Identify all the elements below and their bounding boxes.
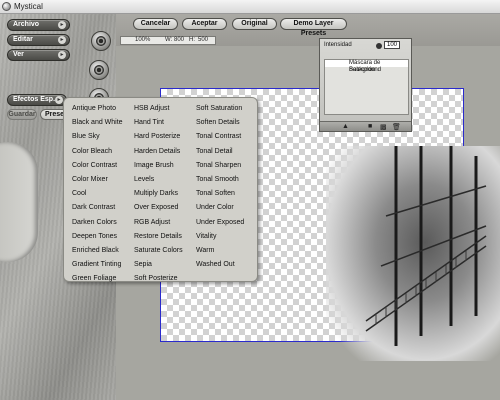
- menu-item[interactable]: Enriched Black: [72, 244, 123, 258]
- menu-item[interactable]: Harden Details: [134, 145, 183, 159]
- menu-item[interactable]: Saturate Colors: [134, 244, 183, 258]
- menu-item[interactable]: Soft Posterize: [134, 272, 183, 286]
- image-info-bar: 100% W: 800 H: 500: [120, 36, 216, 45]
- height-value: 500: [198, 37, 209, 43]
- magnifier-icon: [94, 65, 104, 75]
- menu-item[interactable]: Over Exposed: [134, 201, 183, 215]
- archivo-label: Archivo: [13, 21, 40, 28]
- archivo-menu-button[interactable]: Archivo ▸: [7, 19, 70, 31]
- menu-item[interactable]: Tonal Smooth: [196, 173, 244, 187]
- menu-item[interactable]: RGB Adjust: [134, 216, 183, 230]
- layer-panel-toolbar: ▲ ■ ▩ 🗑: [320, 121, 411, 131]
- window-title: Mystical: [14, 2, 43, 11]
- menu-item[interactable]: Cool: [72, 187, 123, 201]
- delete-layer-icon[interactable]: 🗑: [392, 123, 401, 131]
- height-label: H:: [189, 37, 195, 43]
- duplicate-layer-icon[interactable]: ▩: [380, 123, 387, 131]
- menu-item[interactable]: Blue Sky: [72, 130, 123, 144]
- ver-label: Ver: [13, 51, 24, 58]
- move-layer-icon[interactable]: ▲: [342, 123, 349, 130]
- image-preview: [326, 146, 500, 361]
- menu-item[interactable]: Color Contrast: [72, 159, 123, 173]
- chevron-right-icon: ▸: [58, 36, 66, 44]
- menu-item[interactable]: HSB Adjust: [134, 102, 183, 116]
- menu-item[interactable]: Soften Details: [196, 116, 244, 130]
- intensity-label: Intensidad: [324, 42, 352, 48]
- view-tool-knob[interactable]: [91, 31, 111, 51]
- menu-item[interactable]: Tonal Detail: [196, 145, 244, 159]
- width-label: W:: [165, 37, 173, 43]
- chevron-right-icon: ▸: [58, 51, 66, 59]
- zoom-tool-knob[interactable]: [89, 60, 109, 80]
- menu-item[interactable]: Multiply Darks: [134, 187, 183, 201]
- ver-menu-button[interactable]: Ver ▸: [7, 49, 70, 61]
- menu-item[interactable]: Dark Contrast: [72, 201, 123, 215]
- app-icon: [2, 2, 11, 11]
- menu-item[interactable]: Under Exposed: [196, 216, 244, 230]
- chevron-right-icon: ▸: [58, 21, 66, 29]
- menu-item[interactable]: Color Mixer: [72, 173, 123, 187]
- editar-label: Editar: [13, 36, 33, 43]
- menu-item[interactable]: Darken Colors: [72, 216, 123, 230]
- chevron-right-icon: ▸: [55, 96, 63, 104]
- intensity-slider-handle[interactable]: [376, 43, 382, 49]
- menu-item[interactable]: Antique Photo: [72, 102, 123, 116]
- menu-item[interactable]: Vitality: [196, 230, 244, 244]
- guardar-button[interactable]: Guardar: [7, 109, 37, 120]
- top-toolbar: Cancelar Aceptar Original Demo Layer Pre…: [116, 14, 500, 46]
- menu-item[interactable]: Soft Saturation: [196, 102, 244, 116]
- menu-item[interactable]: Hand Tint: [134, 116, 183, 130]
- menu-item[interactable]: Color Bleach: [72, 145, 123, 159]
- demo-layer-presets-button[interactable]: Demo Layer Presets: [280, 18, 347, 37]
- zoom-level: 100%: [135, 37, 151, 43]
- menu-item[interactable]: Black and White: [72, 116, 123, 130]
- layer-panel: Intensidad 100 Máscara de Selección Back…: [319, 38, 412, 132]
- menu-item[interactable]: Sepia: [134, 258, 183, 272]
- effects-column-2: HSB Adjust Hand Tint Hard Posterize Hard…: [134, 102, 183, 286]
- effects-column-3: Soft Saturation Soften Details Tonal Con…: [196, 102, 244, 272]
- menu-item[interactable]: Washed Out: [196, 258, 244, 272]
- layer-item[interactable]: Background: [325, 67, 408, 74]
- cancel-button[interactable]: Cancelar: [133, 18, 178, 30]
- eye-icon: [96, 36, 106, 46]
- layer-options-icon[interactable]: ■: [368, 123, 372, 130]
- menu-item[interactable]: Tonal Soften: [196, 187, 244, 201]
- original-button[interactable]: Original: [232, 18, 277, 30]
- panel-cutout: [0, 142, 38, 262]
- menu-item[interactable]: Image Brush: [134, 159, 183, 173]
- menu-item[interactable]: Deepen Tones: [72, 230, 123, 244]
- menu-item[interactable]: Tonal Contrast: [196, 130, 244, 144]
- menu-item[interactable]: Warm: [196, 244, 244, 258]
- menu-item[interactable]: Tonal Sharpen: [196, 159, 244, 173]
- editar-menu-button[interactable]: Editar ▸: [7, 34, 70, 46]
- effects-menu: Antique Photo Black and White Blue Sky C…: [63, 97, 258, 282]
- effects-column-1: Antique Photo Black and White Blue Sky C…: [72, 102, 123, 286]
- menu-item[interactable]: Under Color: [196, 201, 244, 215]
- menu-item[interactable]: Levels: [134, 173, 183, 187]
- menu-item[interactable]: Gradient Tinting: [72, 258, 123, 272]
- title-bar: Mystical: [0, 0, 500, 14]
- building-photo-icon: [365, 146, 487, 346]
- intensity-value[interactable]: 100: [384, 41, 400, 49]
- efectos-menu-button[interactable]: Efectos Esp. ▸: [7, 94, 67, 106]
- menu-item[interactable]: Green Foliage: [72, 272, 123, 286]
- accept-button[interactable]: Aceptar: [182, 18, 227, 30]
- layer-item[interactable]: Máscara de Selección: [325, 60, 408, 73]
- menu-item[interactable]: Restore Details: [134, 230, 183, 244]
- layer-list: Máscara de Selección Background: [324, 59, 409, 115]
- menu-item[interactable]: Hard Posterize: [134, 130, 183, 144]
- efectos-label: Efectos Esp.: [13, 96, 56, 103]
- width-value: 800: [174, 37, 185, 43]
